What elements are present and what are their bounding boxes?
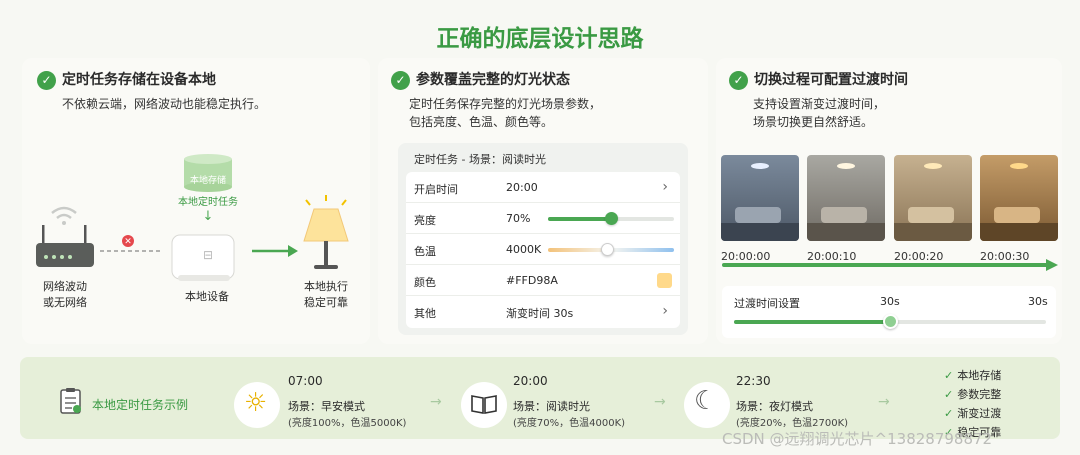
heading-full-params: ✓ 参数覆盖完整的灯光状态	[391, 69, 570, 90]
arrow-down-icon: ↓	[202, 209, 214, 224]
check-icon: ✓	[729, 70, 748, 90]
moon-icon: ☾	[694, 386, 718, 416]
step-scene-3: 场景：夜灯模式	[736, 400, 813, 413]
param-row-start-time[interactable]: 开启时间 20:00 ›	[406, 172, 680, 203]
wifi-icon	[51, 206, 77, 225]
sun-icon: ☼	[244, 388, 268, 418]
example-title: 本地定时任务示例	[92, 398, 189, 412]
transition-setting: 过渡时间设置 30s 30s	[722, 286, 1056, 338]
param-row-brightness: 亮度 70%	[406, 203, 680, 234]
page-title: 正确的底层设计思路	[436, 26, 644, 52]
room-image-3	[894, 155, 972, 241]
time-label-1: 20:00:00	[721, 250, 771, 263]
chevron-right-icon: ›	[662, 303, 668, 319]
feature-2: ✓ 参数完整	[944, 388, 1002, 401]
color-temp-slider[interactable]	[548, 243, 674, 256]
check-icon: ✓	[944, 407, 954, 420]
feature-3: ✓ 渐变过渡	[944, 407, 1002, 420]
check-icon: ✓	[37, 70, 56, 90]
transition-value: 30s	[880, 295, 900, 308]
transition-max: 30s	[1028, 295, 1048, 308]
step-time-2: 20:00	[513, 374, 548, 388]
router-icon	[36, 225, 94, 267]
task-list-icon	[60, 388, 81, 414]
scene-params: 开启时间 20:00 › 亮度 70% 色温 4000K 颜色 #FFD98A …	[406, 172, 680, 328]
chevron-right-icon: ›	[662, 179, 668, 195]
svg-text:✕: ✕	[124, 237, 132, 247]
storage-text: 本地存储	[189, 176, 226, 186]
room-image-2	[807, 155, 885, 241]
lamp-icon	[303, 195, 349, 269]
time-label-3: 20:00:20	[894, 250, 944, 263]
param-row-color: 颜色 #FFD98A	[406, 265, 680, 296]
heading-local-storage: ✓ 定时任务存储在设备本地	[37, 69, 216, 90]
arrow-right-icon: →	[654, 394, 666, 410]
arrow-right-icon: →	[430, 394, 442, 410]
check-icon: ✓	[391, 70, 410, 90]
room-image-4	[980, 155, 1058, 241]
desc-transition-1: 支持设置渐变过渡时间，	[753, 97, 886, 111]
step-params-1: (亮度100%，色温5000K)	[288, 418, 407, 429]
watermark: CSDN @远翔调光芯片^13828798872	[722, 430, 993, 448]
local-storage-diagram: ✕ ⊟	[36, 195, 349, 281]
step-params-2: (亮度70%，色温4000K)	[513, 418, 626, 429]
step-time-3: 22:30	[736, 374, 771, 388]
router-label: 网络波动 或无网络	[43, 280, 87, 309]
scene-card-title: 定时任务 - 场景：阅读时光	[414, 153, 546, 166]
step-params-3: (亮度20%，色温2700K)	[736, 418, 849, 429]
color-swatch[interactable]	[657, 273, 672, 288]
svg-text:⊟: ⊟	[203, 248, 213, 262]
lamp-label: 本地执行 稳定可靠	[304, 280, 348, 309]
param-row-color-temp: 色温 4000K	[406, 234, 680, 265]
desc-full-params-2: 包括亮度、色温、颜色等。	[409, 115, 554, 129]
time-label-4: 20:00:30	[980, 250, 1030, 263]
desc-local-storage: 不依赖云端，网络波动也能稳定执行。	[62, 97, 267, 111]
check-icon: ✓	[944, 388, 954, 401]
heading-transition: ✓ 切换过程可配置过渡时间	[729, 69, 908, 90]
local-device-icon: ⊟	[171, 234, 235, 281]
room-image-1	[721, 155, 799, 241]
time-label-2: 20:00:10	[807, 250, 857, 263]
step-scene-2: 场景：阅读时光	[513, 400, 590, 413]
feature-1: ✓ 本地存储	[944, 369, 1002, 382]
step-scene-1: 场景：早安模式	[288, 400, 365, 413]
param-row-other[interactable]: 其他 渐变时间 30s ›	[406, 296, 680, 327]
brightness-slider[interactable]	[548, 212, 674, 225]
step-time-1: 07:00	[288, 374, 323, 388]
timeline-arrow	[1046, 259, 1058, 271]
check-icon: ✓	[944, 369, 954, 382]
arrow-right-icon: →	[878, 394, 890, 410]
transition-slider[interactable]	[734, 314, 1046, 329]
book-icon	[471, 395, 497, 414]
desc-transition-2: 场景切换更自然舒适。	[753, 115, 874, 129]
scene-card: 定时任务 - 场景：阅读时光 开启时间 20:00 › 亮度 70% 色温 40…	[398, 143, 688, 335]
desc-full-params-1: 定时任务保存完整的灯光场景参数，	[409, 97, 602, 111]
transition-label: 过渡时间设置	[734, 297, 800, 310]
timeline-bar	[722, 263, 1050, 267]
device-label: 本地设备	[185, 290, 229, 303]
